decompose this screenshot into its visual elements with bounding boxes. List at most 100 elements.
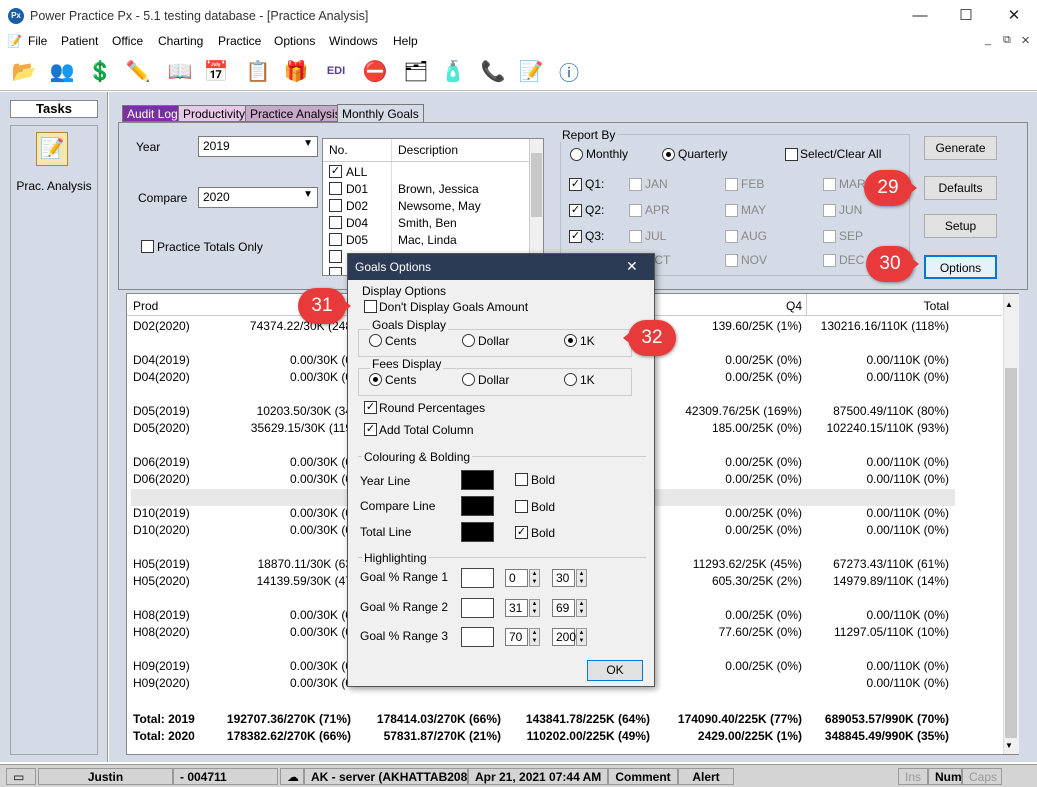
menu-help[interactable]: Help — [393, 34, 418, 48]
range2-color[interactable] — [461, 598, 494, 618]
menu-options[interactable]: Options — [274, 34, 315, 48]
q2-checkbox[interactable]: ✓ — [569, 204, 582, 217]
fees-cents-radio[interactable] — [369, 373, 382, 386]
range1-color[interactable] — [461, 568, 494, 588]
doctor-checkbox-all[interactable]: ✓ — [329, 165, 342, 178]
mdi-minimize-button[interactable]: _ — [985, 34, 991, 46]
jun-checkbox[interactable] — [823, 204, 836, 217]
files-icon[interactable]: 🗂 — [400, 55, 432, 87]
task-practice-analysis[interactable]: Prac. Analysis — [12, 179, 96, 193]
doctor-checkbox-d04[interactable] — [329, 216, 342, 229]
goals-dollar-radio[interactable] — [462, 334, 475, 347]
status-comment[interactable]: Comment — [608, 768, 678, 785]
scroll-up-icon[interactable]: ▲ — [1005, 300, 1013, 309]
total-line-color[interactable] — [461, 522, 494, 542]
compare-select[interactable]: 2020 ▼ — [198, 187, 318, 208]
minimize-button[interactable]: — — [897, 0, 943, 32]
may-checkbox[interactable] — [725, 204, 738, 217]
menu-charting[interactable]: Charting — [158, 34, 203, 48]
money-icon[interactable]: 💲 — [84, 55, 116, 87]
tab-practice-analysis[interactable]: Practice Analysis — [245, 105, 346, 122]
mdi-close-button[interactable]: ✕ — [1021, 34, 1030, 47]
year-line-color[interactable] — [461, 470, 494, 490]
list-scroll-thumb[interactable] — [531, 153, 542, 217]
gift-icon[interactable]: 🎁 — [280, 55, 312, 87]
info-icon[interactable]: ⓘ — [553, 55, 585, 87]
range2-to-spinner[interactable]: ▲ ▼ — [576, 599, 587, 617]
doctor-checkbox-d05[interactable] — [329, 233, 342, 246]
range3-to-input[interactable]: 200 — [552, 628, 576, 646]
setup-button[interactable]: Setup — [924, 214, 997, 238]
mdi-restore-button[interactable]: ⧉ — [1003, 34, 1011, 47]
menu-patient[interactable]: Patient — [61, 34, 98, 48]
range2-to-input[interactable]: 69 — [552, 599, 575, 617]
stop-icon[interactable]: ⛔ — [359, 55, 391, 87]
dialog-close-icon[interactable]: ✕ — [626, 258, 638, 275]
doctor-checkbox-d02[interactable] — [329, 199, 342, 212]
close-button[interactable]: ✕ — [991, 0, 1037, 32]
quarterly-radio[interactable] — [662, 148, 675, 161]
range1-to-spinner[interactable]: ▲ ▼ — [576, 569, 587, 587]
total-line-bold-checkbox[interactable]: ✓ — [515, 526, 528, 539]
q1-checkbox[interactable]: ✓ — [569, 178, 582, 191]
checklist-icon[interactable]: 📋 — [242, 55, 274, 87]
maximize-button[interactable]: ☐ — [943, 0, 989, 32]
doctor-checkbox-d01[interactable] — [329, 182, 342, 195]
goals-1k-radio[interactable] — [564, 334, 577, 347]
calendar-icon[interactable]: 📅 — [200, 55, 232, 87]
folder-icon[interactable]: 📂 — [8, 55, 40, 87]
range3-from-input[interactable]: 70 — [505, 628, 528, 646]
compare-line-bold-checkbox[interactable] — [515, 500, 528, 513]
status-alert[interactable]: Alert — [678, 768, 734, 785]
jul-checkbox[interactable] — [629, 230, 642, 243]
year-select[interactable]: 2019 ▼ — [198, 136, 318, 157]
scroll-down-icon[interactable]: ▼ — [1005, 741, 1013, 750]
range1-to-input[interactable]: 30 — [552, 569, 575, 587]
add-total-column-checkbox[interactable]: ✓ — [364, 423, 377, 436]
tab-monthly-goals[interactable]: Monthly Goals — [337, 104, 424, 123]
book-icon[interactable]: 📖 — [164, 55, 196, 87]
range1-from-input[interactable]: 0 — [505, 569, 528, 587]
edi-icon[interactable]: EDI — [320, 55, 352, 87]
generate-button[interactable]: Generate — [924, 136, 997, 160]
round-percentages-checkbox[interactable]: ✓ — [364, 401, 377, 414]
sep-checkbox[interactable] — [823, 230, 836, 243]
grid-scroll-thumb[interactable] — [1005, 368, 1017, 738]
dont-display-checkbox[interactable] — [364, 300, 377, 313]
options-button[interactable]: Options — [924, 255, 997, 279]
feb-checkbox[interactable] — [725, 178, 738, 191]
compare-line-color[interactable] — [461, 496, 494, 516]
menu-practice[interactable]: Practice — [218, 34, 261, 48]
defaults-button[interactable]: Defaults — [924, 176, 997, 200]
monthly-radio[interactable] — [570, 148, 583, 161]
menu-windows[interactable]: Windows — [329, 34, 378, 48]
range1-from-spinner[interactable]: ▲ ▼ — [529, 569, 540, 587]
jan-checkbox[interactable] — [629, 178, 642, 191]
tab-productivity[interactable]: Productivity — [178, 105, 251, 122]
range3-from-spinner[interactable]: ▲ ▼ — [529, 628, 540, 646]
doctor-checkbox[interactable] — [329, 267, 342, 275]
range2-from-input[interactable]: 31 — [505, 599, 528, 617]
doctor-checkbox[interactable] — [329, 250, 342, 263]
mar-checkbox[interactable] — [823, 178, 836, 191]
fees-dollar-radio[interactable] — [462, 373, 475, 386]
range3-color[interactable] — [461, 627, 494, 647]
notes-icon[interactable]: 📝 — [515, 55, 547, 87]
range2-from-spinner[interactable]: ▲ ▼ — [529, 599, 540, 617]
fees-1k-radio[interactable] — [564, 373, 577, 386]
patients-icon[interactable]: 👥 — [46, 55, 78, 87]
pen-icon[interactable]: ✏️ — [122, 55, 154, 87]
nov-checkbox[interactable] — [725, 254, 738, 267]
menu-file[interactable]: File — [28, 34, 47, 48]
practice-totals-checkbox[interactable] — [141, 240, 154, 253]
practice-analysis-icon[interactable]: 📝 — [36, 132, 68, 166]
recall-icon[interactable]: 📞 — [477, 55, 509, 87]
tab-audit-log[interactable]: Audit Log — [122, 105, 183, 122]
bottle-icon[interactable]: 🧴 — [437, 55, 469, 87]
apr-checkbox[interactable] — [629, 204, 642, 217]
goals-cents-radio[interactable] — [369, 334, 382, 347]
q3-checkbox[interactable]: ✓ — [569, 230, 582, 243]
ok-button[interactable]: OK — [587, 660, 643, 681]
menu-office[interactable]: Office — [112, 34, 143, 48]
range3-to-spinner[interactable]: ▲ ▼ — [576, 628, 587, 646]
